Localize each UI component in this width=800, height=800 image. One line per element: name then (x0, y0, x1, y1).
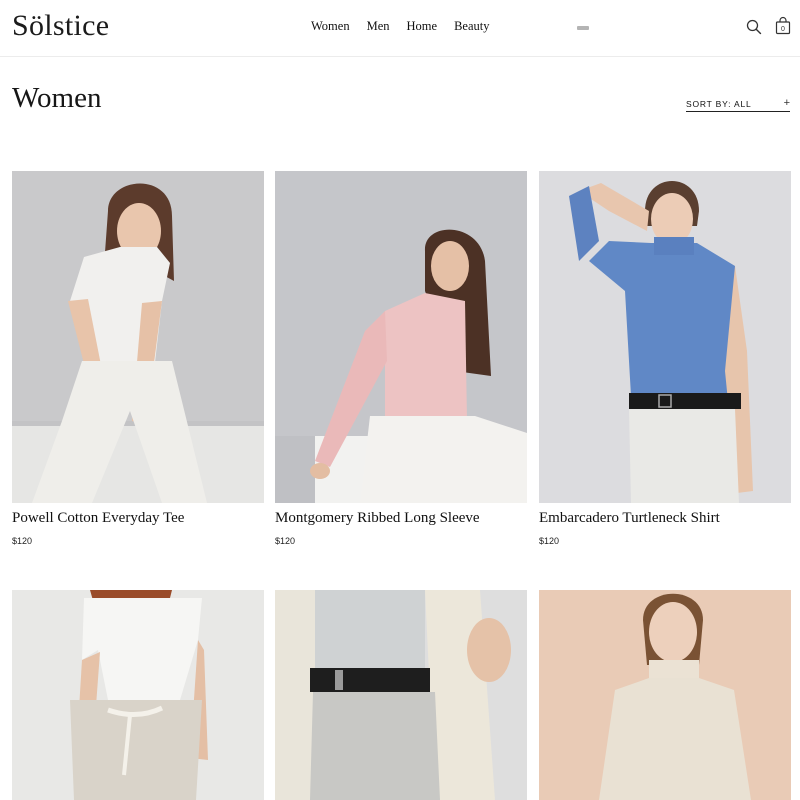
menu-dash-icon[interactable] (577, 26, 589, 30)
nav-item-beauty[interactable]: Beauty (454, 19, 489, 34)
product-image[interactable] (12, 171, 264, 503)
sort-dropdown[interactable]: SORT BY: ALL + (686, 97, 790, 112)
nav-item-home[interactable]: Home (407, 19, 438, 34)
logo[interactable]: Sölstice (12, 9, 109, 43)
page-title: Women (12, 82, 102, 114)
product-card[interactable] (539, 590, 791, 800)
product-card[interactable] (275, 590, 527, 800)
product-price: $120 (12, 536, 33, 546)
search-icon[interactable] (746, 19, 762, 35)
product-card[interactable]: Powell Cotton Everyday Tee $120 (12, 171, 264, 546)
main-nav: Women Men Home Beauty (310, 19, 489, 35)
product-name[interactable]: Powell Cotton Everyday Tee (12, 510, 264, 527)
product-price: $120 (539, 536, 560, 546)
product-name[interactable]: Montgomery Ribbed Long Sleeve (275, 510, 527, 527)
product-image[interactable] (275, 590, 527, 800)
shopping-bag-icon[interactable]: 0 (775, 16, 791, 35)
product-image[interactable] (275, 171, 527, 503)
product-image[interactable] (12, 590, 264, 800)
product-image[interactable] (539, 590, 791, 800)
product-card[interactable] (12, 590, 264, 800)
product-image[interactable] (539, 171, 791, 503)
nav-item-women[interactable]: Women (310, 19, 351, 35)
site-header: Sölstice Women Men Home Beauty 0 (0, 0, 800, 57)
bag-count: 0 (781, 26, 785, 33)
product-price: $120 (275, 536, 296, 546)
sort-label: SORT BY: ALL (686, 99, 752, 109)
product-card[interactable]: Montgomery Ribbed Long Sleeve $120 (275, 171, 527, 546)
nav-item-men[interactable]: Men (367, 19, 390, 34)
product-card[interactable]: Embarcadero Turtleneck Shirt $120 (539, 171, 791, 546)
product-name[interactable]: Embarcadero Turtleneck Shirt (539, 510, 791, 527)
plus-icon: + (783, 97, 790, 109)
